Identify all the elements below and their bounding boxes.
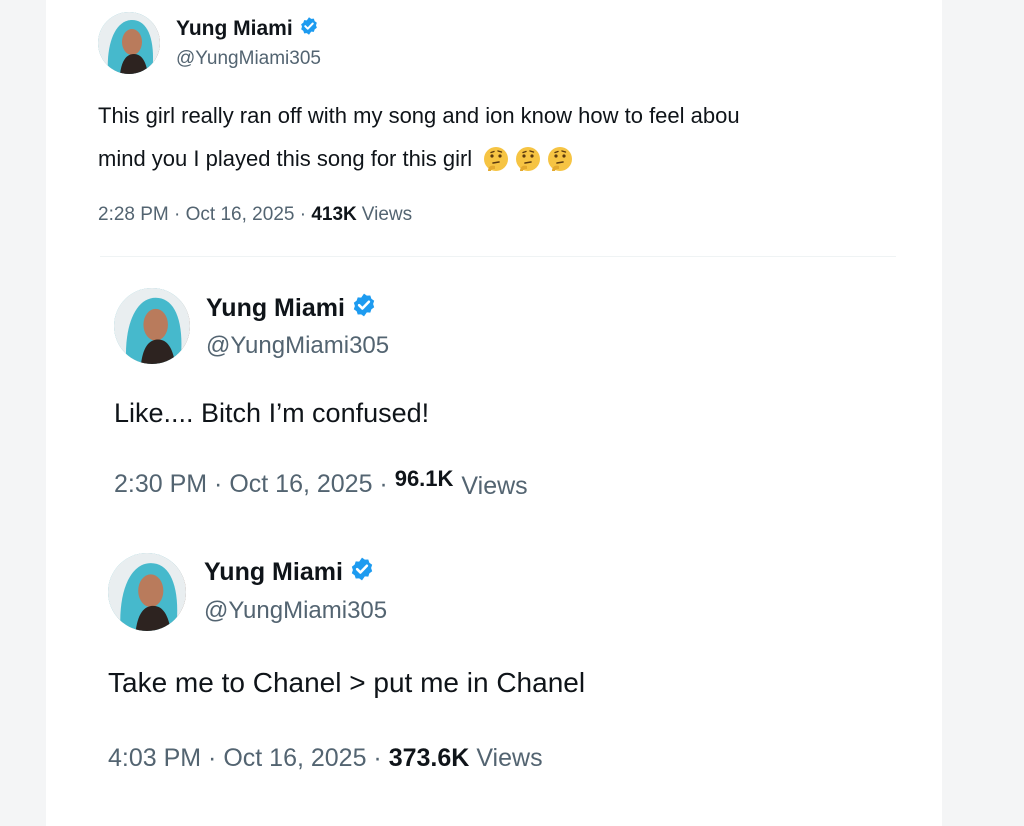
avatar[interactable] — [114, 288, 190, 364]
thinking-face-icon — [484, 147, 509, 171]
avatar-photo-icon — [114, 288, 190, 364]
tweet-date[interactable]: Oct 16, 2025 — [223, 744, 366, 773]
author-handle[interactable]: @YungMiami305 — [176, 48, 321, 70]
tweet-meta: 4:03 PM · Oct 16, 2025 · 373.6K Views — [108, 744, 543, 773]
author-name[interactable]: Yung Miami — [206, 294, 345, 323]
tweet-time[interactable]: 2:30 PM — [114, 470, 207, 499]
screenshot-card: Yung Miami @YungMiami305 This girl reall… — [46, 0, 942, 826]
author-name[interactable]: Yung Miami — [204, 558, 343, 587]
author-handle[interactable]: @YungMiami305 — [206, 332, 389, 360]
separator-dot: · — [207, 470, 230, 498]
author-row: Yung Miami — [204, 556, 375, 589]
views-count[interactable]: 413K — [311, 204, 356, 226]
tweet-date[interactable]: Oct 16, 2025 — [229, 470, 372, 499]
author-row: Yung Miami — [206, 292, 377, 325]
tweet-text-line-2-text: mind you I played this song for this gir… — [98, 146, 473, 171]
separator-dot: · — [372, 470, 395, 498]
avatar[interactable] — [108, 553, 186, 631]
separator-dot: · — [294, 204, 312, 225]
divider — [100, 256, 896, 257]
separator-dot: · — [201, 744, 224, 772]
author-handle[interactable]: @YungMiami305 — [204, 597, 387, 625]
tweet-time[interactable]: 2:28 PM — [98, 204, 169, 226]
avatar-photo-icon — [108, 553, 186, 631]
thinking-face-icon — [516, 147, 541, 171]
avatar-photo-icon — [98, 12, 160, 74]
tweet-time[interactable]: 4:03 PM — [108, 744, 201, 773]
views-label[interactable]: Views — [476, 744, 542, 773]
tweet-meta: 2:28 PM · Oct 16, 2025 · 413K Views — [98, 204, 412, 226]
tweet-text-line-1: Like.... Bitch I’m confused! — [114, 398, 430, 428]
views-label[interactable]: Views — [362, 204, 412, 226]
avatar[interactable] — [98, 12, 160, 74]
views-count[interactable]: 373.6K — [389, 744, 470, 773]
thinking-face-icon — [548, 147, 573, 171]
author-row: Yung Miami — [176, 16, 319, 42]
tweet-text-line-1: This girl really ran off with my song an… — [98, 103, 740, 128]
tweet-meta: 2:30 PM · Oct 16, 2025 · 96.1K Views — [114, 466, 528, 501]
separator-dot: · — [366, 744, 389, 772]
verified-badge-icon — [349, 556, 375, 589]
views-label[interactable]: Views — [461, 472, 527, 501]
tweet-text-line-1: Take me to Chanel > put me in Chanel — [108, 667, 586, 698]
verified-badge-icon — [299, 16, 319, 42]
views-count[interactable]: 96.1K — [395, 466, 454, 492]
tweet-text-line-2: mind you I played this song for this gir… — [98, 145, 574, 173]
tweet-date[interactable]: Oct 16, 2025 — [186, 204, 295, 226]
verified-badge-icon — [351, 292, 377, 325]
separator-dot: · — [168, 204, 186, 225]
author-name[interactable]: Yung Miami — [176, 17, 293, 41]
